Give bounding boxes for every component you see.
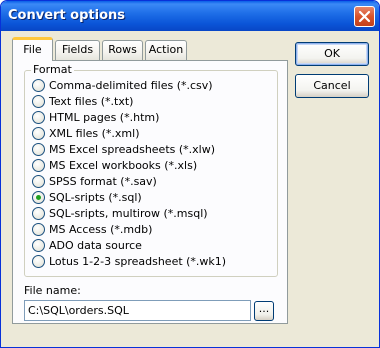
radio-label: HTML pages (*.htm) <box>49 110 160 124</box>
radio-label: ADO data source <box>49 238 142 252</box>
radio-button[interactable] <box>32 254 45 268</box>
radio-option-txt[interactable]: Text files (*.txt) <box>32 93 133 109</box>
radio-option-htm[interactable]: HTML pages (*.htm) <box>32 109 159 125</box>
radio-option-sql[interactable]: SQL-sripts (*.sql) <box>32 189 142 205</box>
radio-label: Text files (*.txt) <box>49 94 134 108</box>
radio-option-wk1[interactable]: Lotus 1-2-3 spreadsheet (*.wk1) <box>32 253 226 269</box>
radio-button[interactable] <box>32 94 45 108</box>
radio-button[interactable] <box>32 238 45 252</box>
tab-action[interactable]: Action <box>145 40 187 60</box>
convert-options-dialog: Convert options File Fields Rows Action … <box>0 0 380 348</box>
radio-option-xml[interactable]: XML files (*.xml) <box>32 125 140 141</box>
window-title: Convert options <box>8 8 125 23</box>
radio-label: MS Access (*.mdb) <box>49 222 153 236</box>
format-group-label: Format <box>31 63 74 76</box>
radio-label: SPSS format (*.sav) <box>49 174 157 188</box>
radio-label: Lotus 1-2-3 spreadsheet (*.wk1) <box>49 254 227 268</box>
radio-button[interactable] <box>32 158 45 172</box>
radio-button[interactable] <box>32 174 45 188</box>
radio-option-xls[interactable]: MS Excel workbooks (*.xls) <box>32 157 197 173</box>
radio-label: XML files (*.xml) <box>49 126 140 140</box>
radio-label: SQL-sripts, multirow (*.msql) <box>49 206 208 220</box>
radio-button[interactable] <box>32 78 45 92</box>
radio-label: SQL-sripts (*.sql) <box>49 190 142 204</box>
format-group: Format Comma-delimited files (*.csv) Tex… <box>24 64 278 277</box>
close-button[interactable] <box>354 6 375 27</box>
radio-option-msql[interactable]: SQL-sripts, multirow (*.msql) <box>32 205 208 221</box>
title-bar[interactable]: Convert options <box>1 1 379 31</box>
radio-button[interactable] <box>32 110 45 124</box>
radio-option-mdb[interactable]: MS Access (*.mdb) <box>32 221 152 237</box>
radio-option-xlw[interactable]: MS Excel spreadsheets (*.xlw) <box>32 141 215 157</box>
tab-rows[interactable]: Rows <box>102 40 143 60</box>
radio-option-ado[interactable]: ADO data source <box>32 237 142 253</box>
file-tab-panel: Format Comma-delimited files (*.csv) Tex… <box>12 60 288 324</box>
tab-fields[interactable]: Fields <box>55 40 100 60</box>
radio-button[interactable] <box>32 222 45 236</box>
cancel-button[interactable]: Cancel <box>295 74 369 98</box>
radio-label: MS Excel spreadsheets (*.xlw) <box>49 142 216 156</box>
radio-button-selected[interactable] <box>32 190 45 204</box>
tab-file[interactable]: File <box>12 37 53 61</box>
file-name-label: File name: <box>24 284 81 297</box>
radio-option-csv[interactable]: Comma-delimited files (*.csv) <box>32 77 213 93</box>
radio-button[interactable] <box>32 142 45 156</box>
radio-button[interactable] <box>32 126 45 140</box>
browse-button[interactable]: ... <box>254 301 274 321</box>
radio-button[interactable] <box>32 206 45 220</box>
radio-option-sav[interactable]: SPSS format (*.sav) <box>32 173 157 189</box>
dialog-client-area: File Fields Rows Action Format Comma-del… <box>4 31 376 345</box>
close-icon <box>358 10 371 23</box>
radio-label: MS Excel workbooks (*.xls) <box>49 158 198 172</box>
ok-button[interactable]: OK <box>295 42 369 66</box>
radio-label: Comma-delimited files (*.csv) <box>49 78 213 92</box>
file-name-input[interactable]: C:\SQL\orders.SQL <box>24 300 251 321</box>
